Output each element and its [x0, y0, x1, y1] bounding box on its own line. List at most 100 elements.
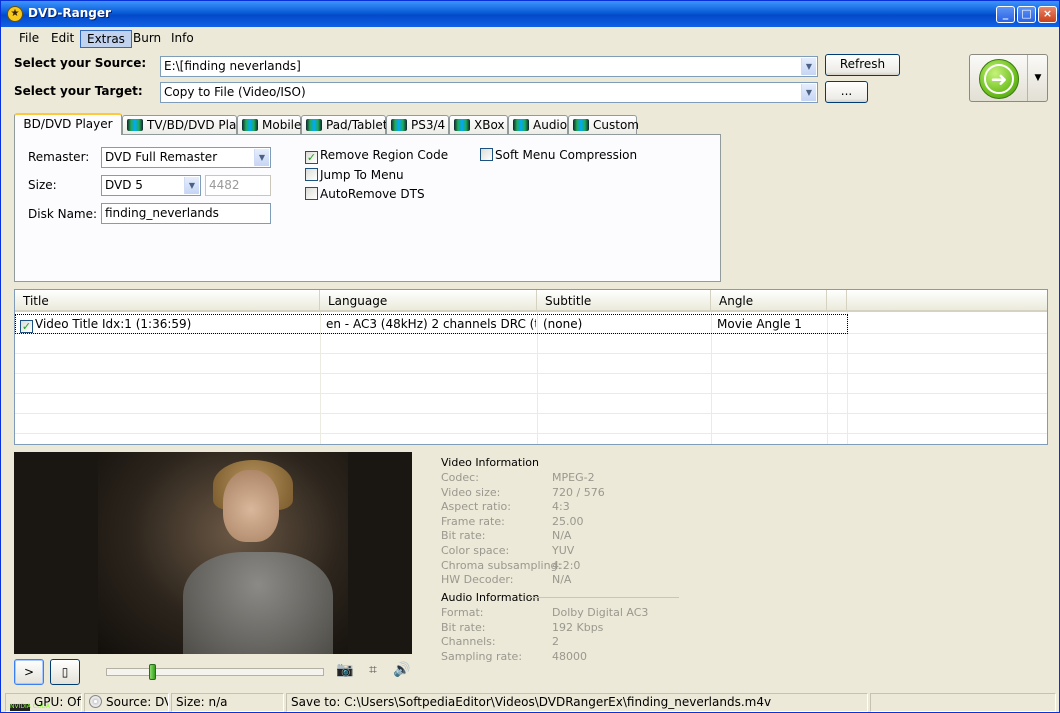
chevron-down-icon[interactable]: ▼ [254, 149, 269, 166]
info-label: HW Decoder: [441, 573, 514, 587]
tab-label: BD/DVD Player [23, 117, 113, 131]
jump-to-menu-checkbox[interactable]: Jump To Menu [305, 168, 404, 182]
soft-menu-compression-checkbox[interactable]: Soft Menu Compression [480, 148, 637, 162]
column-angle[interactable]: Angle [711, 290, 827, 312]
tab-xbox[interactable]: XBox [449, 115, 508, 135]
row-divider [15, 433, 1047, 434]
remaster-combo[interactable]: DVD Full Remaster ▼ [101, 147, 271, 168]
remove-region-code-checkbox[interactable]: ✓ Remove Region Code [305, 148, 448, 164]
source-label: Select your Source: [14, 56, 147, 70]
row-divider [15, 373, 1047, 374]
video-preview [14, 452, 412, 654]
menu-edit[interactable]: Edit [45, 30, 80, 48]
row-subtitle: (none) [543, 317, 583, 331]
minimize-button[interactable]: _ [996, 6, 1015, 23]
info-value: 48000 [552, 649, 587, 663]
checkbox-label: Soft Menu Compression [495, 148, 638, 162]
tab-label: XBox [474, 118, 505, 132]
checkbox-label: Remove Region Code [320, 148, 449, 162]
video-figure-body [183, 552, 333, 654]
close-button[interactable]: × [1038, 6, 1057, 23]
title-list[interactable]: Title Language Subtitle Angle ✓ Video Tit… [14, 289, 1048, 445]
play-button[interactable]: > [14, 659, 44, 685]
gpu-status: NVIDIA CUDAGPU: Off [5, 693, 82, 712]
custom-icon [573, 119, 589, 131]
target-value: Copy to File (Video/ISO) [164, 85, 306, 99]
crop-icon[interactable]: ⌗ [364, 662, 382, 678]
checkbox-icon [480, 148, 493, 161]
main-window: ★ DVD-Ranger _ □ × File Edit Extras Burn… [0, 0, 1060, 713]
tab-custom[interactable]: Custom [568, 115, 639, 135]
title-list-header: Title Language Subtitle Angle [15, 290, 1047, 312]
checkbox-checked-icon: ✓ [20, 320, 33, 333]
checkbox-icon [305, 168, 318, 181]
info-label: Aspect ratio: [441, 500, 511, 514]
options-panel: Remaster: DVD Full Remaster ▼ Size: DVD … [14, 134, 721, 282]
tablet-icon [306, 119, 322, 131]
disc-icon [89, 695, 102, 708]
menu-extras[interactable]: Extras [80, 30, 132, 48]
tab-label: Mobile [262, 118, 302, 132]
info-value: 192 Kbps [552, 620, 604, 634]
camera-icon[interactable]: 📷 [336, 662, 354, 678]
row-checkbox[interactable]: ✓ [20, 317, 35, 333]
info-value: 2 [552, 635, 559, 649]
seek-slider[interactable] [106, 664, 324, 680]
disk-name-input[interactable]: finding_neverlands [101, 203, 271, 224]
stop-button[interactable]: ▯ [50, 659, 80, 685]
dropdown-arrow-icon[interactable]: ▼ [1027, 55, 1048, 101]
save-path-status: Save to: C:\Users\SoftpediaEditor\Videos… [286, 693, 868, 712]
checkbox-icon [305, 187, 318, 200]
tab-bd-dvd-player[interactable]: BD/DVD Player [14, 113, 122, 135]
info-label: Sampling rate: [441, 649, 523, 663]
table-row[interactable]: ✓ Video Title Idx:1 (1:36:59) en - AC3 (4… [15, 314, 848, 334]
gpu-status-text: GPU: Off [34, 695, 82, 709]
maximize-button[interactable]: □ [1017, 6, 1036, 23]
info-label: Codec: [441, 471, 479, 484]
source-status: Source: DVD [84, 693, 169, 712]
menu-burn[interactable]: Burn [127, 30, 167, 48]
column-language[interactable]: Language [320, 290, 537, 312]
playstation-icon [391, 119, 407, 131]
browse-button[interactable]: ... [825, 81, 868, 103]
tab-tv-bd-dvd-player[interactable]: TV/BD/DVD Player [122, 115, 256, 135]
disk-name-label: Disk Name: [28, 207, 98, 221]
info-value: YUV [552, 544, 575, 557]
tab-mobile[interactable]: Mobile [237, 115, 301, 135]
chevron-down-icon[interactable]: ▼ [801, 84, 816, 101]
source-combo[interactable]: E:\[finding neverlands] ▼ [160, 56, 818, 77]
tab-ps3-4[interactable]: PS3/4 [386, 115, 449, 135]
start-button[interactable]: ➜ ▼ [969, 54, 1048, 102]
tab-label: PS3/4 [411, 118, 446, 132]
checkbox-checked-icon: ✓ [305, 151, 318, 164]
speaker-icon[interactable]: 🔊 [393, 662, 411, 678]
column-title[interactable]: Title [15, 290, 320, 312]
nvidia-cuda-logo: NVIDIA CUDA [10, 704, 50, 711]
tab-pad-tablet[interactable]: Pad/Tablet [301, 115, 388, 135]
chevron-down-icon[interactable]: ▼ [184, 177, 199, 194]
info-label: Bit rate: [441, 620, 486, 634]
tab-label: Pad/Tablet [326, 118, 388, 132]
menu-file[interactable]: File [13, 30, 45, 48]
autoremove-dts-checkbox[interactable]: AutoRemove DTS [305, 187, 425, 201]
info-value: 720 / 576 [552, 485, 605, 499]
title-bar: ★ DVD-Ranger _ □ × [1, 1, 1059, 27]
seek-slider-thumb[interactable] [149, 664, 156, 680]
size-combo[interactable]: DVD 5 ▼ [101, 175, 201, 196]
chevron-down-icon[interactable]: ▼ [801, 58, 816, 75]
menu-info[interactable]: Info [165, 30, 200, 48]
app-star-icon: ★ [7, 6, 23, 22]
refresh-button[interactable]: Refresh [825, 54, 900, 76]
size-value: DVD 5 [105, 178, 143, 192]
tab-audio[interactable]: Audio [508, 115, 568, 135]
target-label: Select your Target: [14, 84, 143, 98]
size-label: Size: [28, 178, 57, 192]
size-status: Size: n/a [171, 693, 284, 712]
size-mb-field: 4482 [205, 175, 271, 196]
column-subtitle[interactable]: Subtitle [537, 290, 711, 312]
row-title: Video Title Idx:1 (1:36:59) [35, 317, 192, 331]
info-label: Channels: [441, 635, 496, 649]
row-angle: Movie Angle 1 [717, 317, 802, 331]
video-figure-face [223, 470, 279, 542]
target-combo[interactable]: Copy to File (Video/ISO) ▼ [160, 82, 818, 103]
